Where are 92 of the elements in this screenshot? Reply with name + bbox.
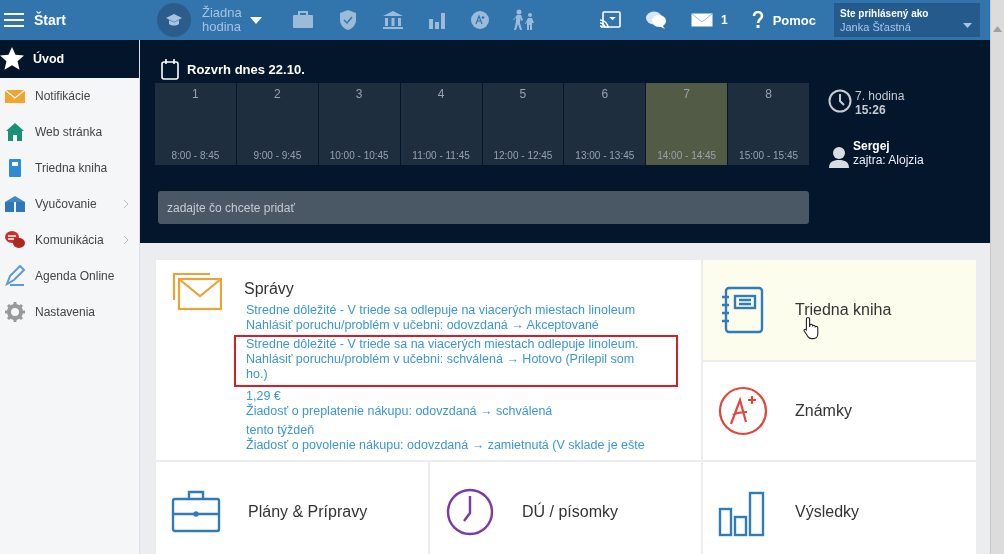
chat-icon xyxy=(4,229,26,251)
help-button[interactable]: Pomoc xyxy=(751,11,816,29)
period-number: 1 xyxy=(192,87,199,101)
sidebar-item[interactable]: Úvod xyxy=(0,40,139,78)
period-time: 15:00 - 15:45 xyxy=(739,150,799,161)
clock-time: 15:26 xyxy=(855,103,887,117)
sidebar-item[interactable]: Nastavenia xyxy=(0,294,139,330)
period-number: 3 xyxy=(355,87,363,101)
hand-cursor-icon xyxy=(803,316,821,340)
duty-tomorrow: zajtra: Alojzia xyxy=(853,153,924,167)
message-link[interactable]: Stredne dôležité - V triede sa na viacerých miestach odlepuje linoleum. xyxy=(246,337,646,352)
bank-icon[interactable] xyxy=(382,10,404,30)
person-icon xyxy=(828,145,850,169)
grade-icon xyxy=(718,386,768,436)
messages-tile[interactable] xyxy=(156,260,701,460)
user-dropdown[interactable]: Ste prihlásený ako Janka Šťastná xyxy=(834,3,980,37)
period-time: 12:00 - 12:45 xyxy=(493,150,553,161)
period-time: 13:00 - 13:45 xyxy=(575,150,635,161)
menu-icon xyxy=(4,12,24,28)
module-tile[interactable]: Plány & Prípravy xyxy=(156,462,428,554)
current-period: 7. hodina xyxy=(855,89,905,103)
message-link[interactable]: 1,29 € xyxy=(246,389,646,404)
period-time: 14:00 - 14:45 xyxy=(657,150,717,161)
module-tile[interactable]: Triedna kniha xyxy=(703,260,976,360)
duty-name: Sergej xyxy=(853,139,891,153)
period-time: 11:00 - 11:45 xyxy=(412,150,470,161)
tile-label: DÚ / písomky xyxy=(522,503,618,521)
question-icon xyxy=(751,11,764,29)
schedule-title: Rozvrh dnes 22.10. xyxy=(187,61,305,77)
chevron-icon xyxy=(123,199,129,209)
period-time: 10:00 - 10:45 xyxy=(329,150,389,161)
envelope-icon xyxy=(690,13,713,27)
envelope-icon xyxy=(172,272,222,312)
graduation-cap-icon[interactable] xyxy=(156,2,192,38)
add-field[interactable]: zadajte čo chcete pridať xyxy=(158,191,809,224)
scroll-up-icon[interactable] xyxy=(993,26,1002,32)
tile-label: Plány & Prípravy xyxy=(248,503,368,521)
tile-title: Správy xyxy=(244,280,295,298)
period-number: 6 xyxy=(601,87,609,101)
message-link[interactable]: tento týždeň xyxy=(246,423,646,438)
sidebar-item[interactable]: Triedna kniha xyxy=(0,150,139,186)
clock-icon xyxy=(828,89,852,113)
calendar-icon xyxy=(161,58,179,80)
module-tile[interactable]: Známky xyxy=(703,362,976,460)
gear-icon xyxy=(4,301,26,323)
scrollbar[interactable] xyxy=(990,0,1004,554)
period-cell[interactable]: 5 12:00 - 12:45 xyxy=(482,83,564,165)
house-icon xyxy=(4,121,26,143)
walking-people-icon[interactable] xyxy=(512,9,536,31)
message-link[interactable]: Nahlásiť poruchu/problém v učebni: odovzdaná → Akceptované xyxy=(246,318,646,333)
message-link[interactable]: Stredne dôležité - V triede sa odlepuje na viacerých miestach linoleum xyxy=(246,303,646,318)
briefcase-icon[interactable] xyxy=(292,11,314,29)
sidebar-item[interactable]: Komunikácia xyxy=(0,222,139,258)
tile-label: Známky xyxy=(795,402,852,420)
clock-icon xyxy=(445,487,495,537)
period-time: 8:00 - 8:45 xyxy=(171,150,220,161)
grade-icon[interactable] xyxy=(470,10,490,30)
period-number: 7 xyxy=(683,87,691,101)
star-icon xyxy=(0,47,24,71)
pen-icon xyxy=(4,265,26,287)
chat-icon[interactable] xyxy=(644,10,667,30)
period-cell[interactable]: 6 13:00 - 13:45 xyxy=(564,83,646,165)
sidebar-item[interactable]: Web stránka xyxy=(0,114,139,150)
module-tile[interactable]: DÚ / písomky xyxy=(430,462,701,554)
message-link[interactable]: Žiadosť o preplatenie nákupu: odovzdaná → schválená xyxy=(246,404,646,419)
message-link[interactable]: Žiadosť o povolenie nákupu: odovzdaná → zamietnutá (V sklade je ešte xyxy=(246,438,646,453)
tile-label: Triedna kniha xyxy=(795,301,892,319)
tile-label: Výsledky xyxy=(795,503,860,521)
menu-button[interactable]: Štart xyxy=(4,12,148,28)
period-time: 9:00 - 9:45 xyxy=(253,150,302,161)
mail-button[interactable]: 1 xyxy=(690,13,728,27)
bar-chart-icon[interactable] xyxy=(428,11,446,29)
period-number: 8 xyxy=(765,87,772,101)
period-cell[interactable]: 4 11:00 - 11:45 xyxy=(400,83,482,165)
shield-icon[interactable] xyxy=(338,9,358,31)
period-cell[interactable]: 3 10:00 - 10:45 xyxy=(318,83,400,165)
cast-icon[interactable] xyxy=(598,11,621,29)
module-tile[interactable]: Výsledky xyxy=(703,462,976,554)
period-cell[interactable]: 8 15:00 - 15:45 xyxy=(728,83,809,165)
period-cell[interactable]: 1 8:00 - 8:45 xyxy=(155,83,236,165)
period-number: 2 xyxy=(273,87,281,101)
message-link[interactable]: Nahlásiť poruchu/problém v učebni: schválená → Hotovo (Prilepil som ho.) xyxy=(246,352,646,382)
sidebar-item[interactable]: Notifikácie xyxy=(0,78,139,114)
period-number: 4 xyxy=(437,87,445,101)
period-cell[interactable]: 2 9:00 - 9:45 xyxy=(236,83,318,165)
period-number: 5 xyxy=(519,87,527,101)
caret-icon xyxy=(963,23,972,28)
caret-icon xyxy=(250,16,262,24)
book-icon xyxy=(4,193,26,215)
chevron-icon xyxy=(123,235,129,245)
sidebar-item[interactable]: Agenda Online xyxy=(0,258,139,294)
sidebar-item[interactable]: Vyučovanie xyxy=(0,186,139,222)
